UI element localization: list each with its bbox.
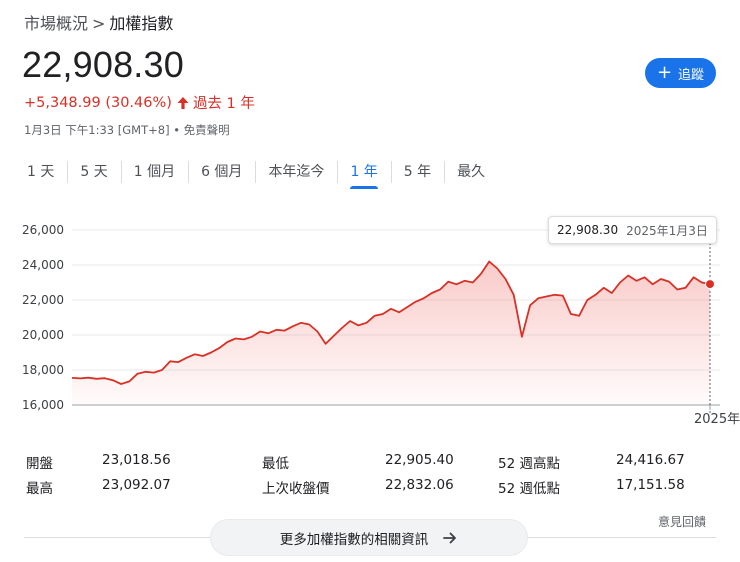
- tooltip-date: 2025年1月3日: [626, 223, 708, 238]
- plus-icon: +: [656, 62, 673, 83]
- tab-6-month[interactable]: 6 個月: [188, 155, 255, 189]
- arrow-up-icon: [177, 96, 189, 109]
- breadcrumb-current: 加權指數: [109, 14, 174, 33]
- price-change: +5,348.99 (30.46%) 過去 1 年: [24, 92, 255, 113]
- breadcrumb-parent-link[interactable]: 市場概況: [24, 14, 88, 33]
- tab-max[interactable]: 最久: [444, 155, 498, 189]
- tab-1-day[interactable]: 1 天: [14, 155, 67, 189]
- more-info-button[interactable]: 更多加權指數的相關資訊: [210, 519, 528, 556]
- breadcrumb-separator: >: [92, 14, 106, 33]
- y-tick-label: 26,000: [22, 223, 64, 237]
- stats-row: 開盤 23,018.56 最低 22,905.40 52 週高點 24,416.…: [26, 452, 716, 477]
- y-tick-label: 24,000: [22, 258, 64, 272]
- low-value: 22,905.40: [385, 452, 454, 468]
- series-area: [72, 261, 710, 405]
- w52-high-label: 52 週高點: [498, 456, 560, 472]
- low-label: 最低: [262, 456, 289, 472]
- tab-5-day[interactable]: 5 天: [67, 155, 120, 189]
- arrow-right-icon: [443, 532, 457, 543]
- open-value: 23,018.56: [102, 452, 171, 468]
- high-label: 最高: [26, 481, 53, 497]
- quote-timestamp: 1月3日 下午1:33 [GMT+8] • 免責聲明: [24, 123, 230, 137]
- change-value: +5,348.99 (30.46%): [24, 94, 172, 111]
- more-info-label: 更多加權指數的相關資訊: [279, 531, 429, 548]
- feedback-link[interactable]: 意見回饋: [658, 513, 706, 530]
- range-tabs: 1 天 5 天 1 個月 6 個月 本年迄今 1 年 5 年 最久: [14, 155, 498, 189]
- tab-ytd[interactable]: 本年迄今: [255, 155, 337, 189]
- tab-1-month[interactable]: 1 個月: [120, 155, 188, 189]
- stats-table: 開盤 23,018.56 最低 22,905.40 52 週高點 24,416.…: [26, 452, 716, 502]
- follow-button-label: 追蹤: [678, 67, 705, 83]
- x-tick-label: 2025年: [694, 412, 740, 427]
- tooltip-value: 22,908.30: [557, 223, 619, 237]
- y-tick-label: 20,000: [22, 328, 64, 342]
- current-price: 22,908.30: [22, 44, 184, 85]
- open-label: 開盤: [26, 456, 53, 472]
- w52-high-value: 24,416.67: [616, 452, 685, 468]
- w52-low-value: 17,151.58: [616, 477, 685, 493]
- prev-close-value: 22,832.06: [385, 477, 454, 493]
- w52-low-label: 52 週低點: [498, 481, 560, 497]
- last-point-marker: [705, 279, 715, 290]
- change-period: 過去 1 年: [192, 96, 255, 112]
- high-value: 23,092.07: [102, 477, 171, 493]
- chart-tooltip: 22,908.30 2025年1月3日: [548, 216, 717, 244]
- follow-button[interactable]: + 追蹤: [645, 58, 716, 88]
- tab-1-year[interactable]: 1 年: [337, 155, 390, 189]
- y-tick-label: 22,000: [22, 293, 64, 307]
- y-tick-label: 18,000: [22, 363, 64, 377]
- y-tick-label: 16,000: [22, 398, 64, 412]
- stats-row: 最高 23,092.07 上次收盤價 22,832.06 52 週低點 17,1…: [26, 477, 716, 502]
- tab-5-year[interactable]: 5 年: [390, 155, 444, 189]
- breadcrumb: 市場概況 > 加權指數: [24, 10, 173, 34]
- prev-close-label: 上次收盤價: [262, 481, 330, 497]
